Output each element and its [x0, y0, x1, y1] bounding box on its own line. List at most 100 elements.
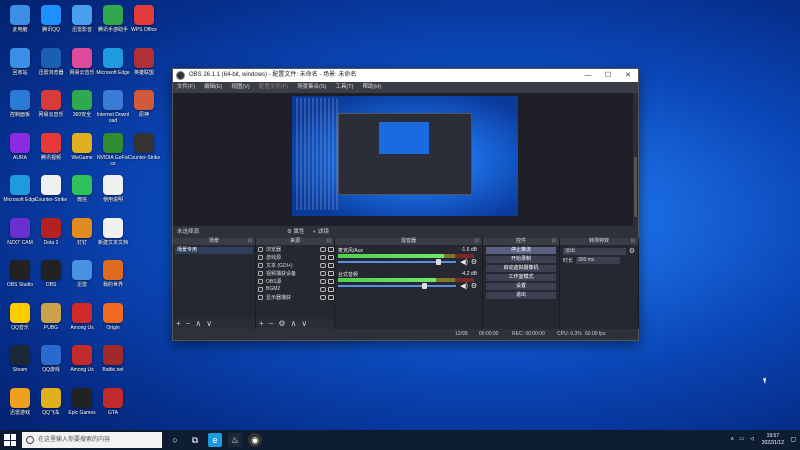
control-button[interactable]: 退出 [486, 292, 556, 299]
search-box[interactable]: 在这里输入你要搜索的内容 [22, 432, 162, 448]
lock-icon[interactable] [328, 286, 334, 292]
network-icon[interactable]: ▭ [739, 436, 744, 442]
slider-knob[interactable] [436, 259, 442, 265]
eye-icon[interactable] [320, 278, 326, 284]
volume-icon[interactable]: ◁ [750, 436, 754, 442]
eye-icon[interactable] [320, 254, 326, 260]
menu-scene-collection[interactable]: 场景集合(S) [297, 82, 326, 93]
minimize-button[interactable]: — [578, 69, 598, 82]
maximize-button[interactable]: ☐ [598, 69, 618, 82]
desktop-icon[interactable]: 原神 [126, 86, 162, 130]
slider-knob[interactable] [422, 283, 428, 289]
desktop-icon-label: Counter-Strike [127, 154, 161, 161]
volume-slider[interactable] [338, 283, 456, 289]
transition-row: 淡出 ⚙ [563, 247, 635, 255]
cortana-icon[interactable]: ○ [168, 433, 182, 447]
scrollbar-thumb[interactable] [634, 157, 637, 217]
menu-view[interactable]: 视图(V) [231, 82, 249, 93]
dock-float-icon[interactable]: ⊡ [248, 238, 252, 245]
source-item[interactable]: BGM2 [256, 285, 334, 293]
preview-scrollbar[interactable] [633, 93, 638, 226]
move-down-icon[interactable]: ∨ [206, 319, 212, 328]
eye-icon[interactable] [320, 294, 326, 300]
speaker-icon[interactable]: ◀) [460, 258, 468, 266]
task-view-icon[interactable]: ⧉ [188, 433, 202, 447]
source-name: 文本 (GDI+) [266, 262, 293, 269]
clock[interactable]: 19:57 2022/1/12 [762, 433, 784, 447]
menu-help[interactable]: 帮助(H) [362, 82, 381, 93]
remove-scene-button[interactable]: − [186, 319, 191, 328]
source-item[interactable]: 文本 (GDI+) [256, 261, 334, 269]
obs-icon[interactable]: ◉ [248, 433, 262, 447]
lock-icon[interactable] [328, 294, 334, 300]
close-button[interactable]: ✕ [618, 69, 638, 82]
dota-icon [41, 217, 61, 238]
control-button[interactable]: 工作室模式 [486, 274, 556, 281]
control-button[interactable]: 启动虚拟摄像机 [486, 265, 556, 272]
move-up-icon[interactable]: ∧ [291, 319, 297, 328]
control-button[interactable]: 开始录制 [486, 256, 556, 263]
add-source-button[interactable]: + [259, 319, 264, 328]
scene-item[interactable]: 场景专用 [175, 247, 253, 254]
desktop-icon[interactable]: GTA [95, 384, 131, 428]
remove-source-button[interactable]: − [269, 319, 274, 328]
lock-icon[interactable] [328, 278, 334, 284]
properties-button[interactable]: ⚙ 属性 [287, 226, 304, 238]
source-item[interactable]: 浏览器 [256, 245, 334, 253]
desktop-icon[interactable]: 新建文本文档 [95, 214, 131, 258]
desktop-icon-label: 原神 [138, 112, 149, 118]
lock-icon[interactable] [328, 270, 334, 276]
source-item[interactable]: 游戏源 [256, 253, 334, 261]
move-down-icon[interactable]: ∨ [301, 319, 307, 328]
download-icon [103, 90, 123, 110]
transition-gear-icon[interactable]: ⚙ [629, 247, 635, 255]
move-up-icon[interactable]: ∧ [195, 319, 201, 328]
desktop-icon[interactable]: 英雄联盟 [126, 44, 162, 88]
menu-tools[interactable]: 工具(T) [335, 82, 353, 93]
menu-edit[interactable]: 编辑(E) [204, 82, 222, 93]
obs-title-bar[interactable]: OBS 26.1.1 (64-bit, windows) - 配置文件: 未命名… [173, 69, 638, 82]
speaker-icon[interactable]: ◀) [460, 282, 468, 290]
source-item[interactable]: 视频捕获设备 [256, 269, 334, 277]
add-scene-button[interactable]: + [176, 319, 181, 328]
eye-icon[interactable] [320, 246, 326, 252]
menu-file[interactable]: 文件(F) [177, 82, 195, 93]
start-button[interactable] [4, 434, 16, 446]
tray-arrow-icon[interactable]: ∧ [730, 436, 734, 442]
control-button[interactable]: 设置 [486, 283, 556, 290]
eye-icon[interactable] [320, 262, 326, 268]
menu-profile[interactable]: 配置文件(P) [259, 82, 288, 93]
desktop-icon[interactable]: Origin [95, 299, 131, 343]
lock-icon[interactable] [328, 262, 334, 268]
filters-button[interactable]: ◐ 滤镜 [313, 226, 329, 238]
scenes-dock: 场景 ⊡ 场景专用 + − ∧ ∨ [173, 238, 256, 329]
source-item[interactable]: 显示器捕获 [256, 293, 334, 301]
desktop-icon[interactable]: 我的世界 [95, 256, 131, 300]
transition-select[interactable]: 淡出 [563, 247, 626, 255]
dock-float-icon[interactable]: ⊡ [475, 238, 479, 245]
volume-slider[interactable] [338, 259, 456, 265]
steam-icon[interactable]: ♨ [228, 433, 242, 447]
gear-icon[interactable]: ⚙ [471, 282, 477, 290]
lock-icon[interactable] [328, 246, 334, 252]
preview-canvas[interactable] [292, 96, 518, 222]
lock-icon[interactable] [328, 254, 334, 260]
dock-float-icon[interactable]: ⊡ [631, 238, 635, 245]
music-icon [72, 47, 92, 68]
desktop-icon[interactable]: 使用说明 [95, 171, 131, 215]
desktop-icon[interactable]: Counter-Strike [126, 129, 162, 173]
eye-icon[interactable] [320, 270, 326, 276]
notification-icon[interactable]: ▢ [790, 436, 796, 443]
duration-input[interactable]: 300 ms [576, 257, 621, 264]
control-button[interactable]: 停止推流 [486, 247, 556, 254]
desktop-icon[interactable]: WPS Office [126, 1, 162, 45]
desktop-icon[interactable]: Battle.net [95, 341, 131, 385]
eye-icon[interactable] [320, 286, 326, 292]
source-properties-icon[interactable]: ⚙ [278, 319, 285, 328]
dock-float-icon[interactable]: ⊡ [327, 238, 331, 245]
edge-icon[interactable]: e [208, 433, 222, 447]
gear-icon[interactable]: ⚙ [471, 258, 477, 266]
source-item[interactable]: OBS源 [256, 277, 334, 285]
dock-float-icon[interactable]: ⊡ [552, 238, 556, 245]
volume-meter [338, 254, 474, 258]
